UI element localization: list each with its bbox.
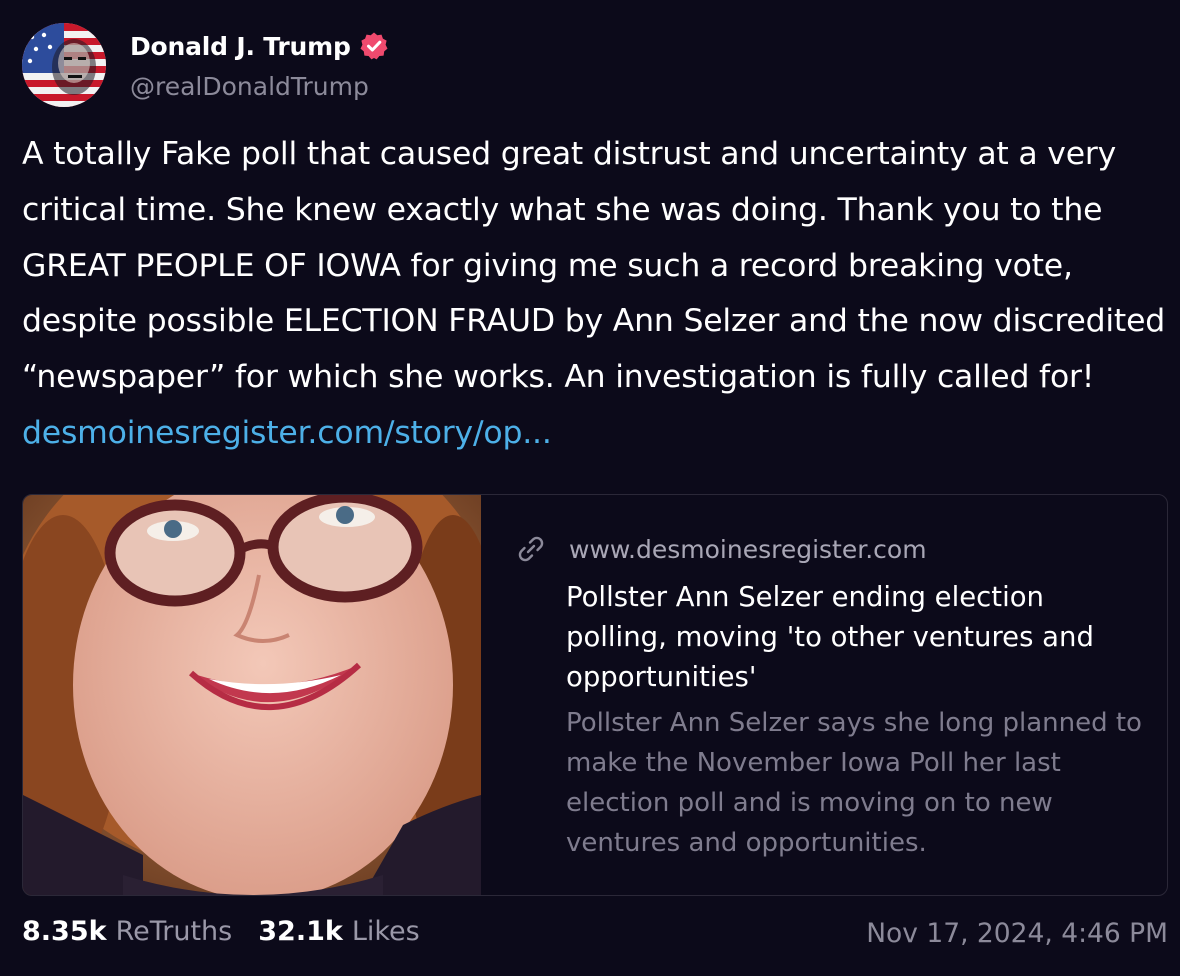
link-chain-icon (515, 533, 547, 565)
post-stats: 8.35k ReTruths 32.1k Likes (22, 916, 420, 947)
avatar-image (22, 23, 106, 107)
post-text: A totally Fake poll that caused great di… (22, 127, 1172, 462)
post-container: Donald J. Trump @realDonaldTrump A total… (0, 0, 1180, 976)
post-timestamp[interactable]: Nov 17, 2024, 4:46 PM (866, 918, 1168, 949)
retruths-stat[interactable]: 8.35k ReTruths (22, 916, 232, 947)
likes-count: 32.1k (258, 916, 343, 947)
likes-label: Likes (351, 916, 420, 947)
link-title: Pollster Ann Selzer ending election poll… (566, 581, 1094, 693)
retruths-count: 8.35k (22, 916, 107, 947)
likes-stat[interactable]: 32.1k Likes (258, 916, 419, 947)
link-preview-card[interactable]: www.desmoinesregister.com Pollster Ann S… (22, 494, 1168, 896)
link-domain: www.desmoinesregister.com (569, 534, 927, 564)
link-preview-image (23, 495, 481, 895)
author-name-row: Donald J. Trump (130, 28, 389, 64)
post-body-text: A totally Fake poll that caused great di… (22, 136, 1166, 396)
link-domain-row: www.desmoinesregister.com (513, 529, 1143, 569)
retruths-label: ReTruths (115, 916, 233, 947)
post-link[interactable]: desmoinesregister.com/story/op... (22, 415, 552, 451)
author-handle[interactable]: @realDonaldTrump (130, 72, 369, 101)
author-display-name[interactable]: Donald J. Trump (130, 32, 351, 61)
author-avatar[interactable] (22, 23, 106, 107)
verified-badge-icon (359, 31, 389, 61)
link-description: Pollster Ann Selzer says she long planne… (566, 708, 1142, 858)
link-preview-body: www.desmoinesregister.com Pollster Ann S… (513, 529, 1143, 863)
